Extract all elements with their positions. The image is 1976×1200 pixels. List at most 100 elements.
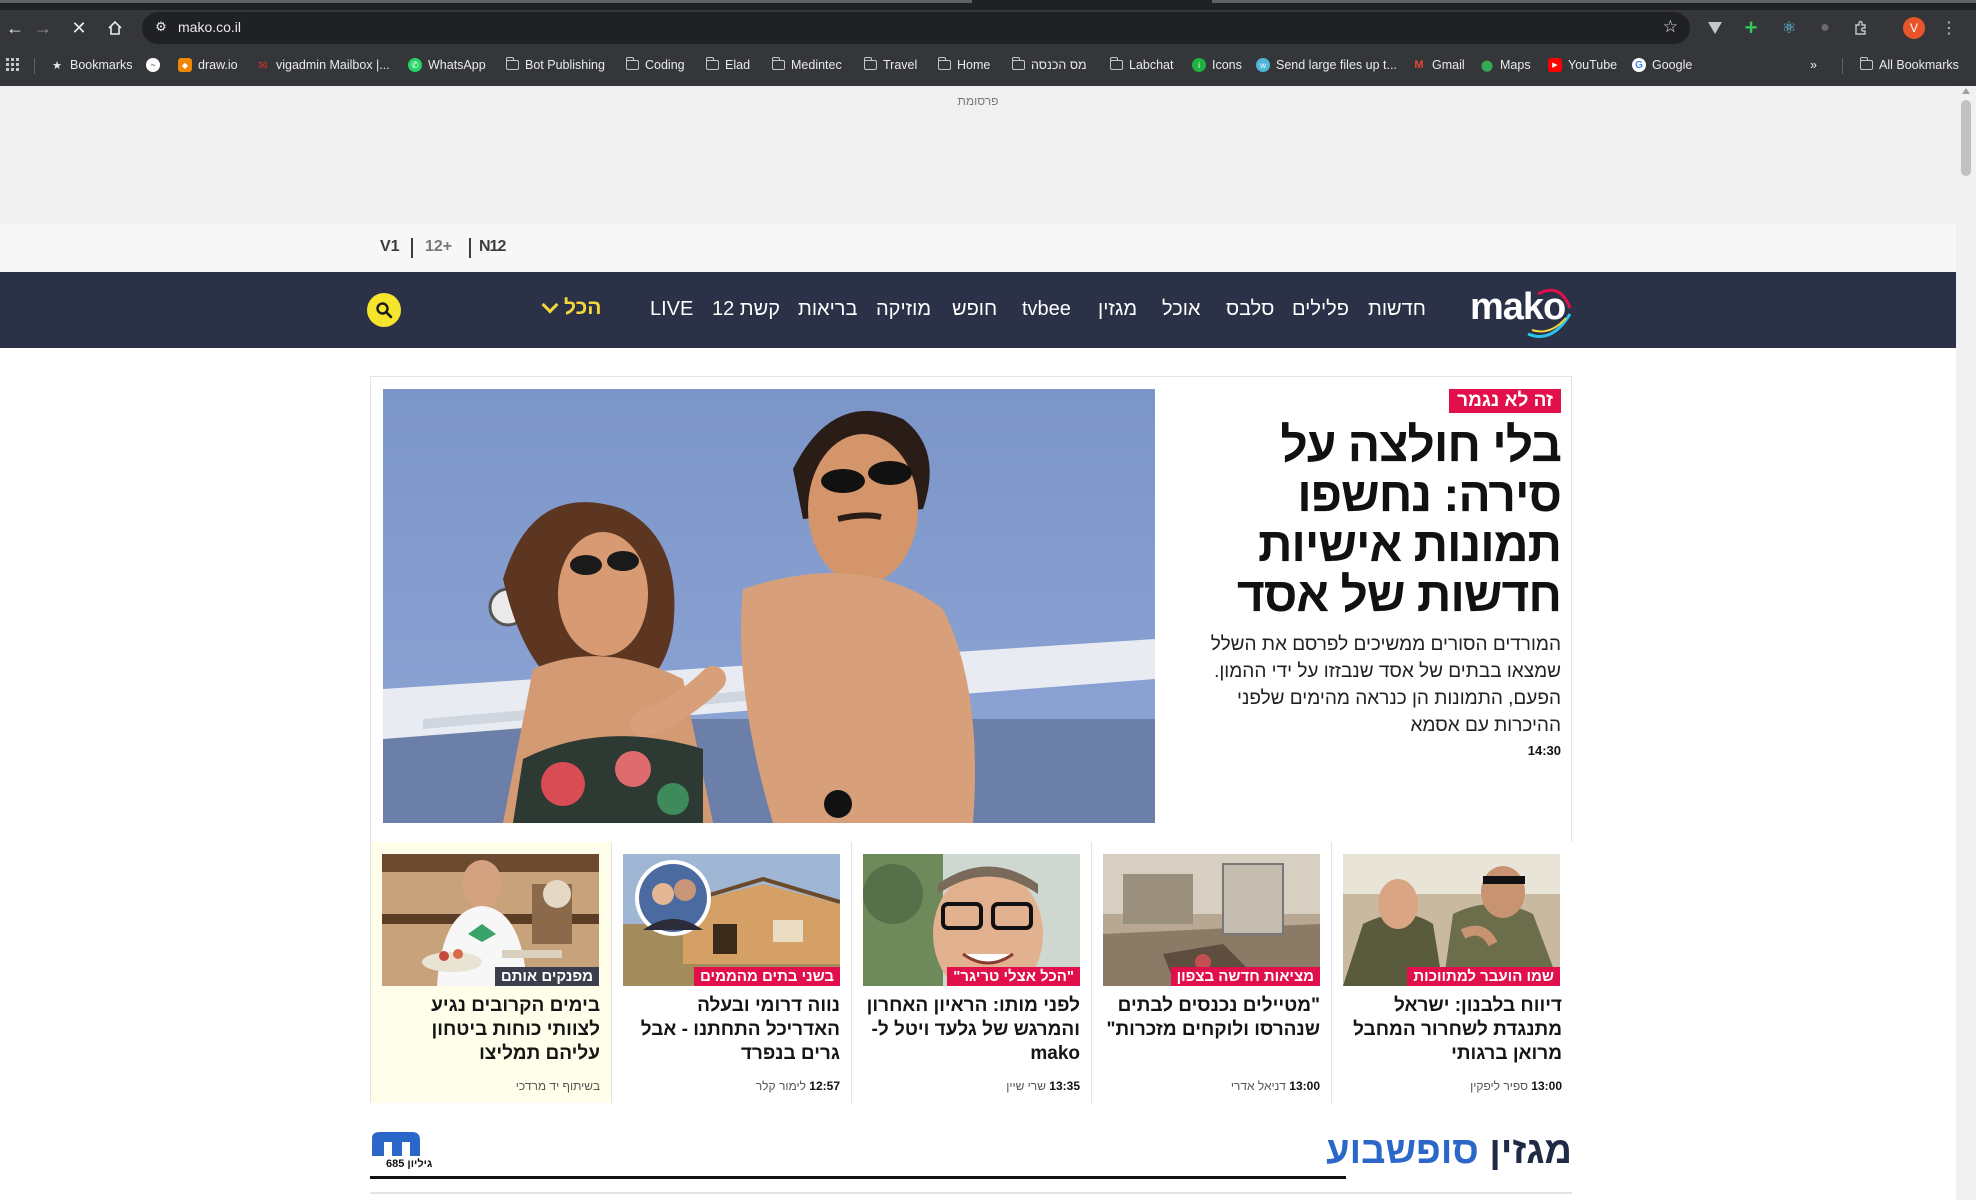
search-button[interactable] bbox=[367, 293, 401, 327]
folder-icon bbox=[937, 57, 951, 70]
nav-news[interactable]: חדשות bbox=[1368, 298, 1426, 321]
profile-avatar[interactable]: V bbox=[1903, 17, 1925, 39]
vimium-extension-icon[interactable] bbox=[1704, 17, 1726, 39]
mako-logo[interactable]: mako bbox=[1470, 284, 1572, 338]
article-tag: מציאות חדשה בצפון bbox=[1170, 967, 1320, 986]
bookmark-label: Travel bbox=[883, 58, 918, 72]
browser-chrome: ← → ✕ ⚙ mako.co.il ☆ + ⚛ ● V ⋮ ★ Bookmark… bbox=[0, 0, 1976, 86]
address-bar[interactable]: ⚙ mako.co.il ☆ bbox=[142, 12, 1690, 44]
address-url[interactable]: mako.co.il bbox=[178, 19, 241, 35]
nav-crime[interactable]: פלילים bbox=[1292, 298, 1349, 321]
magazine-title[interactable]: מגזין סופשבוע bbox=[1326, 1130, 1572, 1173]
all-bookmarks-button[interactable]: All Bookmarks bbox=[1859, 54, 1959, 76]
nav-music[interactable]: מוזיקה bbox=[876, 298, 931, 321]
react-devtools-icon[interactable]: ⚛ bbox=[1778, 17, 1800, 39]
page-scrollbar[interactable] bbox=[1956, 86, 1976, 1200]
nav-all-dropdown[interactable]: הכל bbox=[541, 296, 601, 320]
plus-extension-icon[interactable]: + bbox=[1740, 15, 1762, 40]
bookmark-elad[interactable]: Elad bbox=[705, 54, 750, 76]
article-title[interactable]: "מטיילים נכנסים לבתים שנהרסו ולוקחים מזכ… bbox=[1103, 994, 1320, 1042]
tab-divider bbox=[0, 0, 972, 3]
bookmark-bot-publishing[interactable]: Bot Publishing bbox=[505, 54, 605, 76]
bookmark-coding[interactable]: Coding bbox=[625, 54, 685, 76]
bookmark-travel[interactable]: Travel bbox=[863, 54, 918, 76]
bookmark-youtube[interactable]: ▶ YouTube bbox=[1548, 54, 1617, 76]
article-thumbnail[interactable]: מציאות חדשה בצפון bbox=[1103, 854, 1320, 986]
article-card[interactable]: מציאות חדשה בצפון "מטיילים נכנסים לבתים … bbox=[1091, 842, 1331, 1103]
article-author: שרי שיין bbox=[1006, 1079, 1046, 1093]
nav-vacation[interactable]: חופש bbox=[952, 298, 997, 321]
bookmark-labchat[interactable]: Labchat bbox=[1109, 54, 1173, 76]
hero-title[interactable]: בלי חולצה על סירה: נחשפו תמונות אישיות ח… bbox=[1171, 421, 1562, 621]
article-card[interactable]: "הכל אצלי טריגר" לפני מותו: הראיון האחרו… bbox=[851, 842, 1091, 1103]
bookmark-whatsapp[interactable]: ✆ WhatsApp bbox=[408, 54, 486, 76]
magazine-title-word: סופשבוע bbox=[1326, 1130, 1479, 1172]
nav-magazine[interactable]: מגזין bbox=[1098, 298, 1137, 321]
article-title[interactable]: לפני מותו: הראיון האחרון והמרגש של גלעד … bbox=[863, 994, 1080, 1066]
bookmark-maps[interactable]: ⬤ Maps bbox=[1480, 54, 1531, 76]
sponsored-article-card[interactable]: מפנקים אותם בימים הקרובים נגיע לצוותי כו… bbox=[371, 842, 611, 1103]
extension-puppet-icon[interactable]: ● bbox=[1814, 17, 1836, 39]
article-thumbnail[interactable]: בשני בתים מהממים bbox=[623, 854, 840, 986]
bookmark-label: YouTube bbox=[1568, 58, 1618, 72]
gmail-icon: M bbox=[1414, 59, 1424, 71]
bookmark-star-icon[interactable]: ☆ bbox=[1663, 17, 1678, 37]
nav-live[interactable]: LIVE bbox=[650, 298, 693, 321]
bookmark-gmail[interactable]: M Gmail bbox=[1412, 54, 1464, 76]
scrollbar-thumb[interactable] bbox=[1961, 100, 1971, 176]
article-thumbnail[interactable]: מפנקים אותם bbox=[382, 854, 599, 986]
hero-article[interactable]: זה לא נגמר בלי חולצה על סירה: נחשפו תמונ… bbox=[370, 376, 1572, 844]
article-title[interactable]: דיווח בלבנון: ישראל מתנגדת לשחרור המחבל … bbox=[1345, 994, 1562, 1066]
magazine-divider bbox=[370, 1176, 1346, 1179]
nav-tvbee[interactable]: tvbee bbox=[1022, 298, 1071, 321]
bookmark-google[interactable]: G Google bbox=[1632, 54, 1692, 76]
bookmarks-overflow-button[interactable]: » bbox=[1810, 54, 1817, 76]
extensions-puzzle-icon[interactable] bbox=[1850, 17, 1872, 39]
article-thumbnail[interactable]: שמו הועבר למתווכות bbox=[1343, 854, 1560, 986]
bookmark-label: Bookmarks bbox=[70, 58, 133, 72]
site-info-icon[interactable]: ⚙ bbox=[152, 19, 170, 37]
bookmark-drawio[interactable]: ◆ draw.io bbox=[178, 54, 238, 76]
hero-image[interactable] bbox=[383, 389, 1155, 823]
bookmark-label: Icons bbox=[1212, 58, 1242, 72]
article-card[interactable]: בשני בתים מהממים נווה דרומי ובעלה האדריכ… bbox=[611, 842, 851, 1103]
youtube-icon: ▶ bbox=[1548, 58, 1562, 72]
menu-kebab-icon[interactable]: ⋮ bbox=[1938, 17, 1960, 39]
nav-keshet12[interactable]: קשת 12 bbox=[712, 298, 780, 321]
folder-icon bbox=[863, 57, 877, 70]
v1-logo[interactable]: V1 bbox=[380, 238, 400, 256]
bookmark-vigadmin[interactable]: ✉ vigadmin Mailbox |... bbox=[256, 54, 389, 76]
nav-celebs[interactable]: סלבס bbox=[1226, 298, 1274, 321]
magazine-issue-logo[interactable]: גיליון 685 bbox=[370, 1130, 432, 1174]
bookmark-label: WhatsApp bbox=[428, 58, 486, 72]
article-title[interactable]: בימים הקרובים נגיע לצוותי כוחות ביטחון ע… bbox=[383, 994, 600, 1066]
bookmark-medintec[interactable]: Medintec bbox=[771, 54, 842, 76]
forward-icon[interactable]: → bbox=[28, 13, 58, 43]
magazine-m-icon bbox=[372, 1132, 420, 1156]
back-icon[interactable]: ← bbox=[0, 13, 30, 43]
stop-icon[interactable]: ✕ bbox=[64, 13, 94, 43]
bookmark-label: draw.io bbox=[198, 58, 238, 72]
bookmark-messenger[interactable]: ~ bbox=[146, 54, 160, 76]
messenger-icon: ~ bbox=[146, 58, 160, 72]
bookmark-bookmarks[interactable]: ★ Bookmarks bbox=[50, 54, 133, 76]
apps-grid-icon[interactable] bbox=[6, 54, 20, 76]
bookmark-icons[interactable]: i Icons bbox=[1192, 54, 1242, 76]
bookmark-tax[interactable]: מס הכנסה bbox=[1011, 54, 1087, 76]
nav-food[interactable]: אוכל bbox=[1162, 298, 1200, 321]
scroll-up-arrow-icon[interactable] bbox=[1962, 88, 1970, 94]
article-title[interactable]: נווה דרומי ובעלה האדריכל התחתנו - אבל גר… bbox=[623, 994, 840, 1066]
logo-swoosh-icon bbox=[1527, 288, 1572, 338]
article-card[interactable]: שמו הועבר למתווכות דיווח בלבנון: ישראל מ… bbox=[1331, 842, 1573, 1103]
12plus-logo[interactable]: 12+ bbox=[425, 238, 452, 256]
home-icon[interactable] bbox=[100, 13, 130, 43]
nav-health[interactable]: בריאות bbox=[798, 298, 857, 321]
folder-icon bbox=[505, 57, 519, 70]
bookmark-label: Bot Publishing bbox=[525, 58, 605, 72]
bookmark-wetransfer[interactable]: w Send large files up t... bbox=[1256, 54, 1397, 76]
star-icon: ★ bbox=[52, 59, 62, 72]
n12-logo[interactable]: N12 bbox=[479, 238, 506, 256]
hero-timestamp: 14:30 bbox=[1527, 743, 1561, 758]
bookmark-home[interactable]: Home bbox=[937, 54, 990, 76]
article-thumbnail[interactable]: "הכל אצלי טריגר" bbox=[863, 854, 1080, 986]
